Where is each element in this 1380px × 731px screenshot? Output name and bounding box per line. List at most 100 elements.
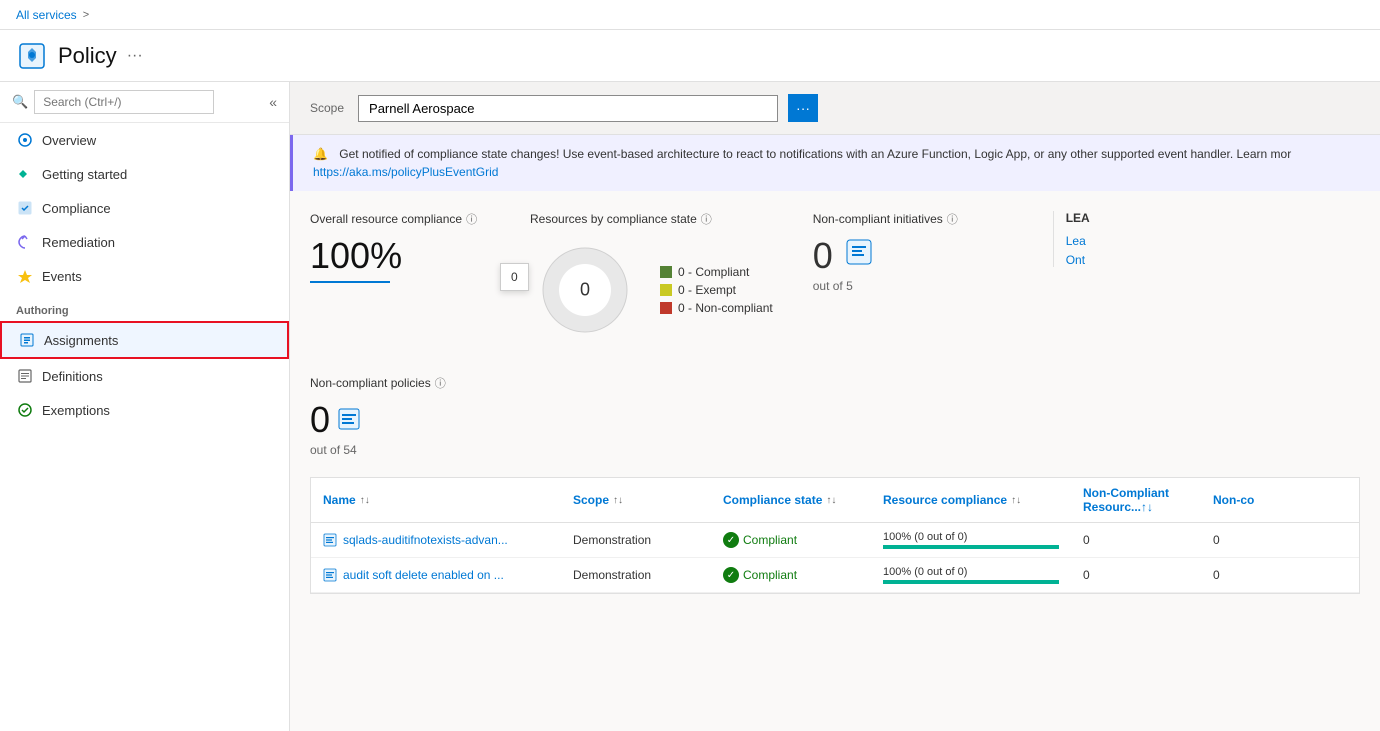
policies-info-icon[interactable]: ⓘ bbox=[435, 375, 446, 391]
sidebar-item-overview[interactable]: Overview bbox=[0, 123, 289, 157]
overall-compliance-value: 100% bbox=[310, 235, 490, 277]
row1-compliance-label: Compliant bbox=[743, 533, 797, 547]
sidebar-item-remediation-label: Remediation bbox=[42, 235, 115, 250]
sidebar-item-getting-started-label: Getting started bbox=[42, 167, 127, 182]
sort-name-icon: ↑↓ bbox=[360, 495, 370, 506]
row2-progress-bar bbox=[883, 580, 1059, 584]
policies-sub: out of 54 bbox=[310, 443, 1360, 457]
chart-legend: 0 - Compliant 0 - Exempt 0 - Non-complia… bbox=[660, 265, 773, 315]
column-resource-compliance[interactable]: Resource compliance ↑↓ bbox=[871, 478, 1071, 522]
row2-scope-value: Demonstration bbox=[573, 568, 651, 582]
initiatives-sub: out of 5 bbox=[813, 279, 1013, 293]
sidebar-collapse-button[interactable]: « bbox=[269, 94, 277, 110]
row1-compliant-badge: ✓ Compliant bbox=[723, 532, 797, 548]
sidebar-search-container: 🔍 « bbox=[0, 82, 289, 123]
banner-icon: 🔔 bbox=[313, 147, 328, 161]
chart-row: 0 0 0 - Compliant bbox=[530, 235, 773, 345]
row2-progress-text: 100% (0 out of 0) bbox=[883, 566, 1059, 578]
compliance-icon bbox=[16, 199, 34, 217]
legend-noncompliant-label: 0 - Non-compliant bbox=[678, 301, 773, 315]
sort-resource-icon: ↑↓ bbox=[1011, 495, 1021, 506]
banner-text: Get notified of compliance state changes… bbox=[339, 147, 1291, 161]
column-non-co[interactable]: Non-co bbox=[1201, 478, 1301, 522]
legend-compliant: 0 - Compliant bbox=[660, 265, 773, 279]
donut-chart: 0 0 bbox=[530, 235, 640, 345]
row2-scope: Demonstration bbox=[561, 558, 711, 592]
column-compliance-state[interactable]: Compliance state ↑↓ bbox=[711, 478, 871, 522]
table-row: audit soft delete enabled on ... Demonst… bbox=[311, 558, 1359, 593]
sidebar-item-remediation[interactable]: Remediation bbox=[0, 225, 289, 259]
scope-button[interactable]: ··· bbox=[788, 94, 818, 122]
sidebar-item-exemptions[interactable]: Exemptions bbox=[0, 393, 289, 427]
events-icon bbox=[16, 267, 34, 285]
policy-icon bbox=[16, 40, 48, 72]
learnmore-link2[interactable]: Ont bbox=[1066, 253, 1085, 267]
row1-non-compliant: 0 bbox=[1071, 523, 1201, 557]
row1-scope-value: Demonstration bbox=[573, 533, 651, 547]
exemptions-icon bbox=[16, 401, 34, 419]
main-content: Scope ··· 🔔 Get notified of compliance s… bbox=[290, 82, 1380, 731]
learnmore-link1[interactable]: Lea bbox=[1066, 234, 1086, 248]
policies-value-row: 0 bbox=[310, 399, 1360, 441]
resources-by-state-title: Resources by compliance state ⓘ bbox=[530, 211, 773, 227]
row1-name: sqlads-auditifnotexists-advan... bbox=[311, 523, 561, 557]
row1-progress: 100% (0 out of 0) bbox=[883, 531, 1059, 549]
row1-non-compliant-value: 0 bbox=[1083, 533, 1090, 547]
learnmore-line2: Ont bbox=[1066, 252, 1113, 267]
row1-progress-text: 100% (0 out of 0) bbox=[883, 531, 1059, 543]
resources-by-state-block: Resources by compliance state ⓘ 0 bbox=[530, 211, 773, 345]
remediation-icon bbox=[16, 233, 34, 251]
row2-non-co: 0 bbox=[1201, 558, 1301, 592]
authoring-section-label: Authoring bbox=[0, 293, 289, 321]
row1-resource-compliance: 100% (0 out of 0) bbox=[871, 523, 1071, 557]
learnmore-header: LEA bbox=[1066, 211, 1113, 225]
policies-value: 0 bbox=[310, 399, 330, 441]
learnmore-line1: Lea bbox=[1066, 233, 1113, 248]
row1-compliant-dot: ✓ bbox=[723, 532, 739, 548]
row2-name-link[interactable]: audit soft delete enabled on ... bbox=[343, 568, 504, 582]
dashboard: Overall resource compliance ⓘ 100% Resou… bbox=[290, 191, 1380, 614]
overall-compliance-info-icon[interactable]: ⓘ bbox=[466, 211, 477, 227]
column-resource-compliance-label: Resource compliance bbox=[883, 493, 1007, 507]
search-input[interactable] bbox=[34, 90, 214, 114]
sort-scope-icon: ↑↓ bbox=[613, 495, 623, 506]
initiatives-icon bbox=[845, 238, 873, 269]
legend-non-compliant: 0 - Non-compliant bbox=[660, 301, 773, 315]
initiatives-info-icon[interactable]: ⓘ bbox=[947, 211, 958, 227]
legend-compliant-color bbox=[660, 266, 672, 278]
row1-non-co: 0 bbox=[1201, 523, 1301, 557]
header-more-button[interactable]: ··· bbox=[127, 47, 143, 65]
non-compliant-initiatives-block: Non-compliant initiatives ⓘ 0 bbox=[813, 211, 1013, 293]
donut-center-value: 0 bbox=[580, 280, 590, 301]
column-name[interactable]: Name ↑↓ bbox=[311, 478, 561, 522]
row1-progress-fill bbox=[883, 545, 1059, 549]
overall-compliance-title: Overall resource compliance ⓘ bbox=[310, 211, 490, 227]
resources-by-state-info-icon[interactable]: ⓘ bbox=[701, 211, 712, 227]
sidebar-item-getting-started[interactable]: Getting started bbox=[0, 157, 289, 191]
column-non-co-label: Non-co bbox=[1213, 493, 1254, 507]
all-services-link[interactable]: All services bbox=[16, 8, 77, 22]
page-title: Policy bbox=[58, 43, 117, 69]
sidebar-item-assignments[interactable]: Assignments bbox=[0, 321, 289, 359]
column-scope[interactable]: Scope ↑↓ bbox=[561, 478, 711, 522]
row2-compliance-state: ✓ Compliant bbox=[711, 558, 871, 592]
column-non-compliant-resources[interactable]: Non-Compliant Resourc...↑↓ bbox=[1071, 478, 1201, 522]
search-icon: 🔍 bbox=[12, 94, 28, 110]
sidebar-item-compliance-label: Compliance bbox=[42, 201, 111, 216]
scope-input[interactable] bbox=[358, 95, 778, 122]
row1-name-link[interactable]: sqlads-auditifnotexists-advan... bbox=[343, 533, 508, 547]
sidebar-item-compliance[interactable]: Compliance bbox=[0, 191, 289, 225]
banner-link[interactable]: https://aka.ms/policyPlusEventGrid bbox=[313, 165, 498, 179]
sidebar-item-events[interactable]: Events bbox=[0, 259, 289, 293]
row2-progress-fill bbox=[883, 580, 1059, 584]
overall-compliance-block: Overall resource compliance ⓘ 100% bbox=[310, 211, 490, 283]
column-name-label: Name bbox=[323, 493, 356, 507]
page-header: Policy ··· bbox=[0, 30, 1380, 82]
sidebar-item-definitions[interactable]: Definitions bbox=[0, 359, 289, 393]
legend-exempt-color bbox=[660, 284, 672, 296]
non-compliant-policies-block: Non-compliant policies ⓘ 0 out of 54 bbox=[310, 375, 1360, 457]
legend-noncompliant-color bbox=[660, 302, 672, 314]
row2-compliance-label: Compliant bbox=[743, 568, 797, 582]
sidebar: 🔍 « Overview Getting started Compliance bbox=[0, 82, 290, 731]
row2-non-compliant: 0 bbox=[1071, 558, 1201, 592]
